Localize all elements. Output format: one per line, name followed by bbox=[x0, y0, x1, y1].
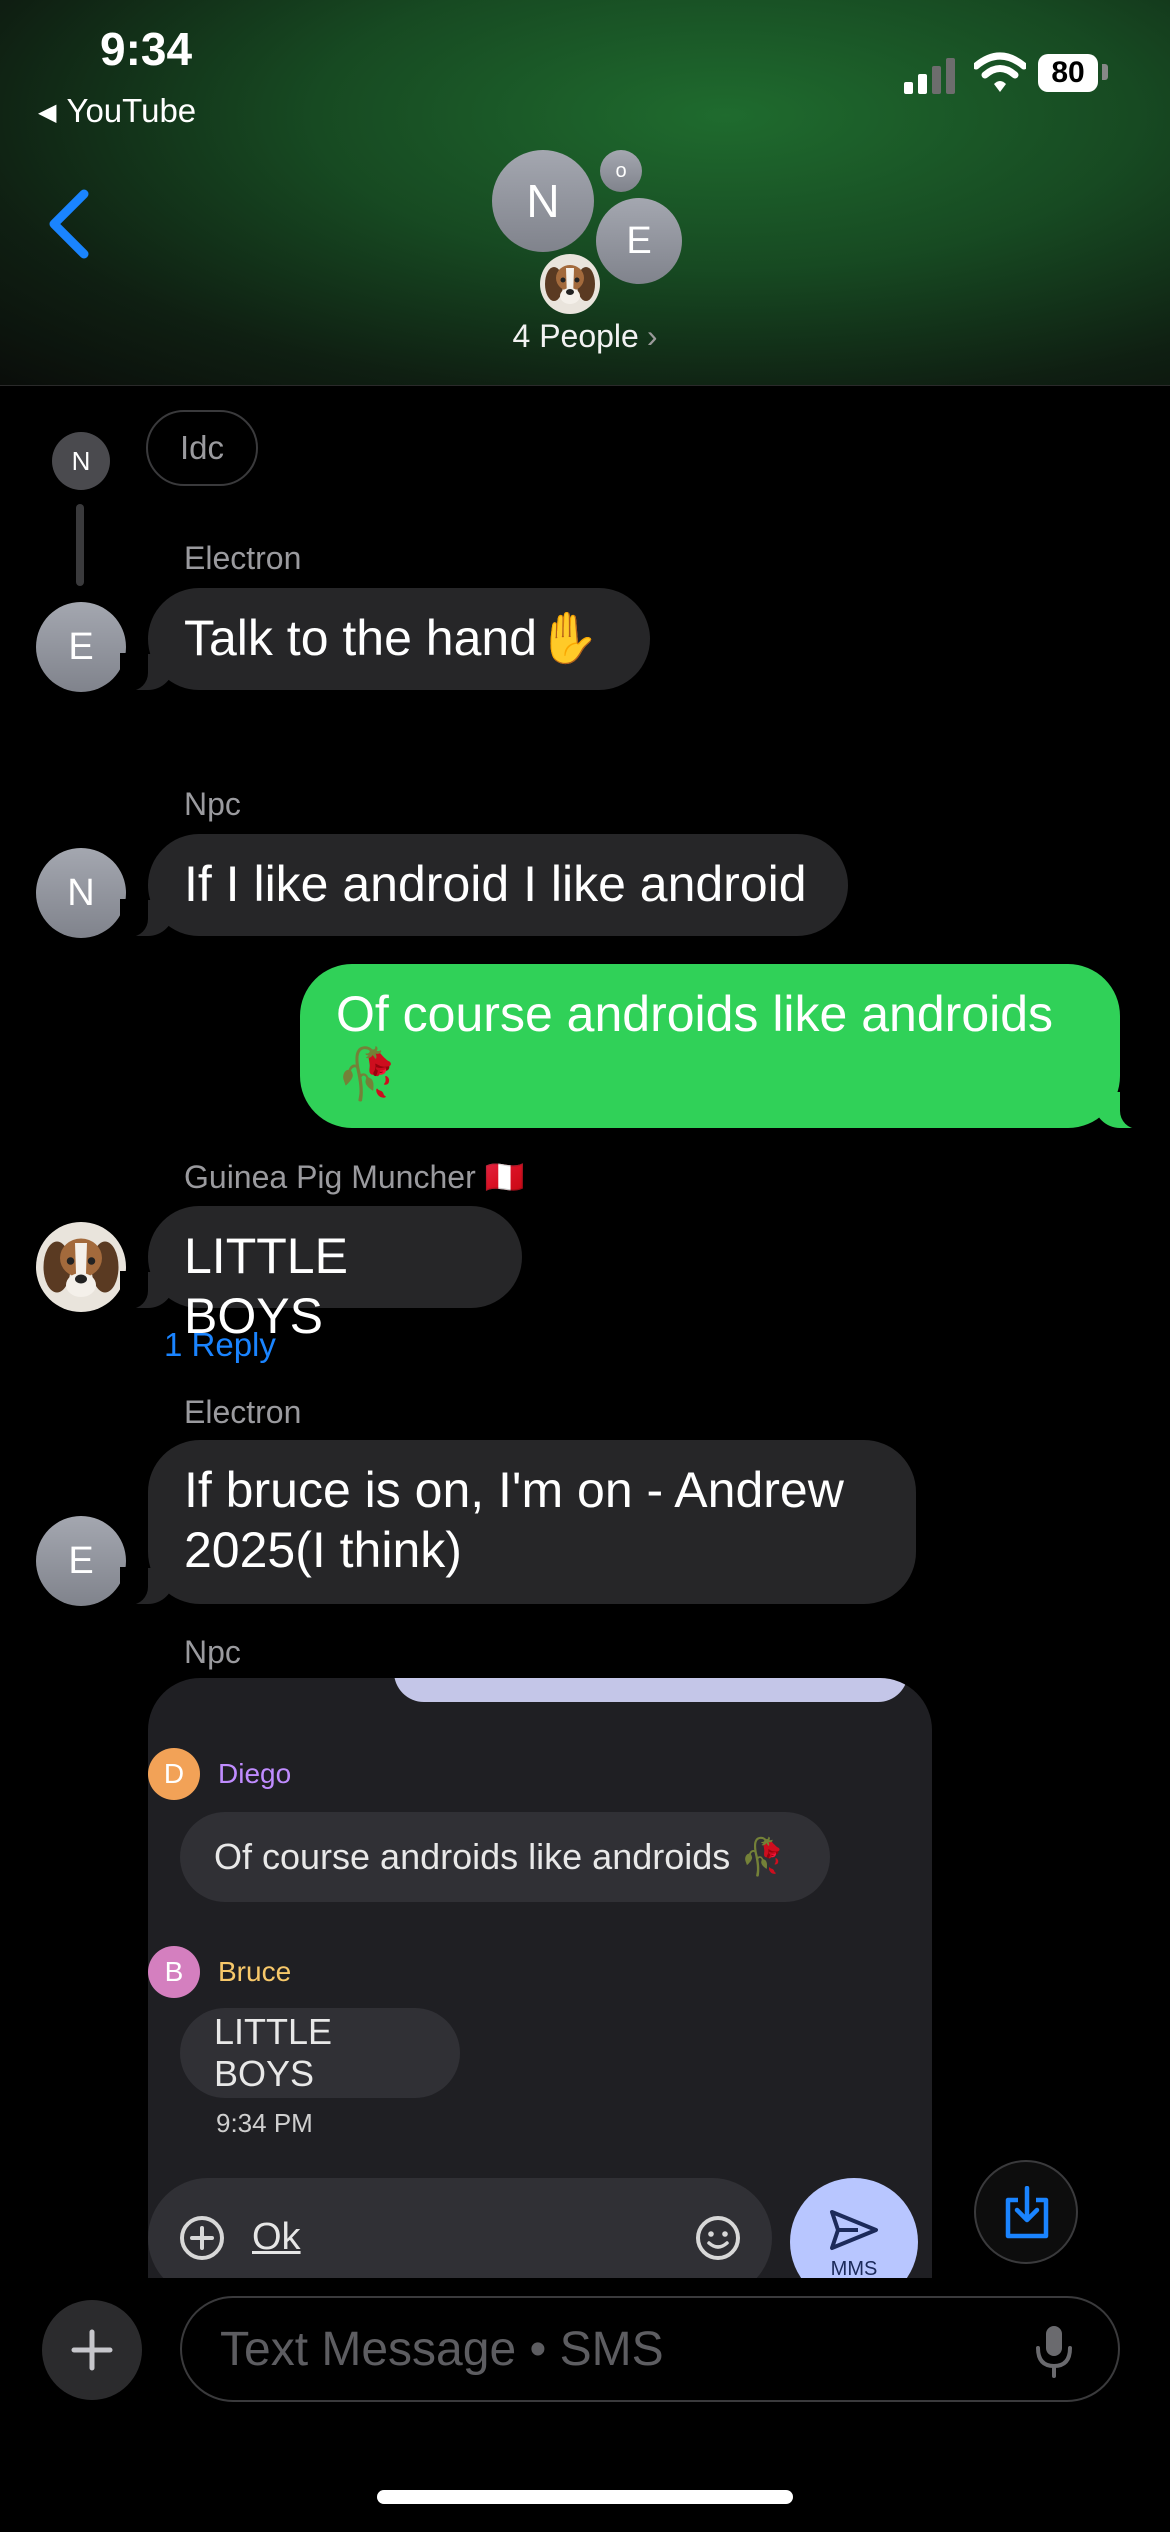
avatar-initial: N bbox=[526, 175, 560, 227]
back-to-app[interactable]: ◀ YouTube bbox=[38, 92, 196, 130]
message-text-line2: 2025(I think) bbox=[184, 1522, 462, 1578]
avatar-initial: E bbox=[626, 219, 652, 262]
back-triangle-icon: ◀ bbox=[38, 99, 57, 126]
home-indicator[interactable] bbox=[377, 2490, 793, 2504]
bruce-message-text: LITTLE BOYS bbox=[214, 2011, 333, 2094]
chevron-right-icon: › bbox=[646, 318, 658, 354]
message-text: If I like android I like android bbox=[184, 856, 807, 912]
message-bubble[interactable]: If I like android I like android bbox=[120, 834, 848, 937]
status-time: 9:34 bbox=[100, 23, 193, 75]
image-attachment[interactable]: D Diego Of course androids like androids… bbox=[148, 1678, 932, 2278]
unread-badge: o bbox=[600, 150, 642, 192]
replies-link[interactable]: 1 Reply bbox=[164, 1326, 276, 1364]
message-bubble[interactable]: If bruce is on, I'm on - Andrew 2025(I t… bbox=[120, 1440, 916, 1605]
add-circle-icon bbox=[180, 2216, 224, 2260]
thread-connector-line bbox=[76, 504, 84, 586]
avatar-n[interactable]: N bbox=[36, 848, 126, 938]
avatar-e[interactable]: E bbox=[36, 602, 126, 692]
avatar-initial: D bbox=[163, 1758, 185, 1789]
bruce-name: Bruce bbox=[218, 1956, 292, 1987]
diego-message-bubble: Of course androids like androids 🥀 bbox=[180, 1812, 830, 1902]
download-icon bbox=[1005, 2186, 1049, 2239]
group-label: 4 People bbox=[512, 318, 639, 354]
sender-name: Npc bbox=[184, 1634, 241, 1670]
avatar-initial: N bbox=[71, 445, 91, 476]
group-avatar-e[interactable]: E bbox=[596, 198, 682, 284]
send-icon bbox=[830, 2210, 878, 2250]
avatar-initial: N bbox=[67, 871, 95, 914]
badge-text: o bbox=[615, 159, 627, 182]
avatar-initial: B bbox=[164, 1956, 184, 1987]
bruce-avatar: B bbox=[148, 1946, 200, 1998]
plus-icon bbox=[71, 2329, 113, 2371]
sender-name: Electron bbox=[184, 540, 302, 576]
back-app-label: YouTube bbox=[66, 92, 197, 129]
back-chevron-icon[interactable] bbox=[44, 188, 92, 260]
diego-message-text: Of course androids like androids 🥀 bbox=[214, 1836, 786, 1877]
message-bubble-idc[interactable]: Idc bbox=[146, 410, 258, 486]
avatar-initial: E bbox=[68, 625, 94, 668]
dog-avatar-icon[interactable] bbox=[36, 1222, 126, 1312]
conversation-header: 9:34 ◀ YouTube 80 N E o 4 People › bbox=[0, 0, 1170, 386]
sender-name: Npc bbox=[184, 786, 241, 822]
message-bubble[interactable]: LITTLE BOYS bbox=[120, 1206, 522, 1344]
send-mode-label: MMS bbox=[830, 2258, 878, 2278]
wifi-icon bbox=[974, 52, 1026, 92]
group-details-button[interactable]: 4 People › bbox=[0, 318, 1170, 355]
screenshot-input-value: Ok bbox=[252, 2216, 301, 2258]
apps-plus-button[interactable] bbox=[42, 2300, 142, 2400]
diego-avatar: D bbox=[148, 1748, 200, 1800]
message-text-line1: Of course androids like androids bbox=[336, 986, 1054, 1042]
diego-name: Diego bbox=[218, 1758, 292, 1789]
screenshot-send-button: MMS bbox=[790, 2178, 918, 2278]
cellular-signal-icon bbox=[904, 56, 958, 94]
message-input[interactable]: Text Message • SMS bbox=[180, 2296, 1120, 2402]
emoji-icon bbox=[696, 2216, 740, 2260]
message-input-placeholder: Text Message • SMS bbox=[220, 2323, 664, 2376]
sender-name: Electron bbox=[184, 1394, 302, 1430]
message-text: Idc bbox=[179, 429, 225, 466]
message-text-line2: 🥀 bbox=[336, 1046, 399, 1102]
bruce-message-time: 9:34 PM bbox=[216, 2108, 313, 2138]
battery-indicator: 80 bbox=[1038, 54, 1098, 92]
microphone-icon[interactable] bbox=[1034, 2324, 1074, 2378]
bruce-message-bubble: LITTLE BOYS bbox=[180, 2008, 460, 2098]
screenshot-input-field: Ok bbox=[148, 2178, 772, 2278]
message-text-line1: If bruce is on, I'm on - Andrew bbox=[184, 1462, 844, 1518]
sent-message-bubble[interactable]: Of course androids like androids 🥀 bbox=[300, 964, 1148, 1129]
battery-cap-icon bbox=[1102, 64, 1108, 80]
avatar-initial: E bbox=[68, 1539, 94, 1582]
avatar-e[interactable]: E bbox=[36, 1516, 126, 1606]
message-bubble[interactable]: Talk to the hand✋ bbox=[120, 588, 650, 691]
dog-avatar-icon[interactable] bbox=[540, 254, 600, 314]
group-avatar-n[interactable]: N bbox=[492, 150, 594, 252]
avatar-n-small[interactable]: N bbox=[52, 432, 110, 490]
sender-name: Guinea Pig Muncher 🇵🇪 bbox=[184, 1159, 525, 1195]
save-image-button[interactable] bbox=[974, 2160, 1078, 2264]
screenshot-top-bar bbox=[394, 1678, 908, 1702]
message-text: Talk to the hand✋ bbox=[184, 610, 600, 666]
